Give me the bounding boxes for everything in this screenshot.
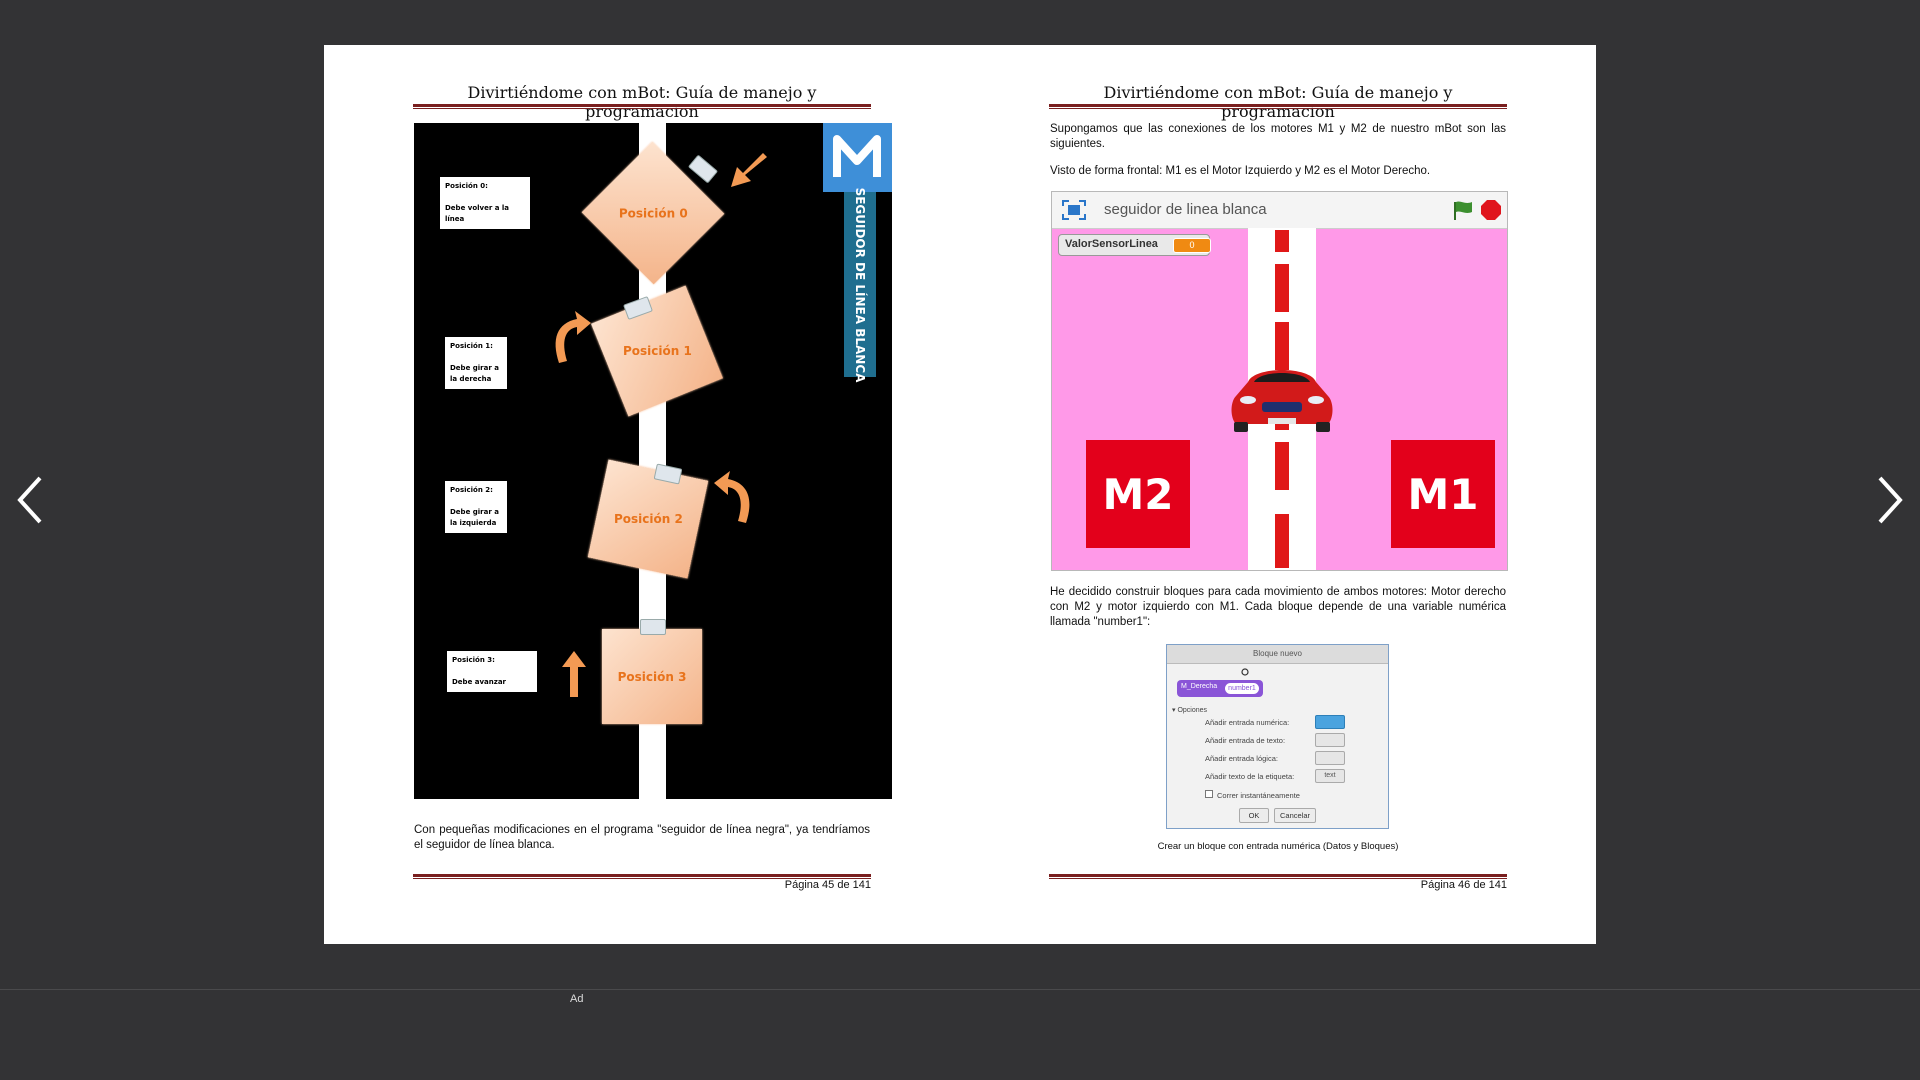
page-46: Divirtiéndome con mBot: Guía de manejo y…: [960, 45, 1596, 944]
run-instantly-checkbox[interactable]: [1205, 790, 1213, 798]
option-text-label: Añadir entrada de texto:: [1205, 736, 1286, 745]
ok-button[interactable]: OK: [1239, 808, 1269, 823]
line-sensor-icon: [687, 154, 719, 184]
run-instantly-label: Correr instantáneamente: [1217, 791, 1300, 800]
car-sprite: [1231, 370, 1333, 432]
figure-caption: Crear un bloque con entrada numérica (Da…: [1157, 841, 1399, 852]
next-page-button[interactable]: [1868, 470, 1908, 530]
motor-m1-label: M1: [1391, 440, 1495, 548]
position-card-label: Posición 1: [622, 344, 692, 358]
cancel-button[interactable]: Cancelar: [1274, 808, 1316, 823]
road-dash: [1275, 264, 1289, 312]
header-rule: [413, 104, 871, 109]
add-label-text-button[interactable]: text: [1315, 769, 1345, 783]
variable-value: 0: [1173, 238, 1211, 253]
page-number: Página 45 de 141: [784, 879, 871, 891]
options-label: Opciones: [1177, 707, 1208, 714]
position-note-2: Posición 2: Debe girar a la izquierda: [445, 481, 507, 533]
turn-right-arrow-icon: [555, 311, 591, 363]
position-note-0: Posición 0: Debe volver a la línea: [440, 177, 530, 229]
new-block-dialog: Bloque nuevo M_Derecha number1 ▾ Opcione…: [1166, 644, 1389, 829]
stage-toolbar: seguidor de linea blanca: [1052, 192, 1507, 229]
position-card-label: Posición 0: [618, 206, 688, 220]
paragraph-connections: Supongamos que las conexiones de los mot…: [1050, 123, 1506, 150]
motor-m1-text: M1: [1407, 469, 1479, 519]
position-note-1: Posición 1: Debe girar a la derecha: [445, 337, 507, 389]
viewer-bottom-divider: [0, 989, 1920, 990]
fullscreen-icon: [1062, 200, 1086, 220]
green-flag-icon: [1454, 201, 1472, 220]
position-card-label: Posición 2: [613, 512, 683, 526]
mbot-logo: [823, 123, 892, 192]
option-numeric-label: Añadir entrada numérica:: [1205, 718, 1290, 727]
position-card-1: Posición 1: [590, 285, 724, 417]
dialog-title: Bloque nuevo: [1167, 645, 1388, 664]
scratch-stage-screenshot: seguidor de linea blanca ValorSensorLine…: [1051, 191, 1508, 571]
project-title: seguidor de linea blanca: [1104, 201, 1267, 218]
block-name: M_Derecha: [1181, 683, 1218, 690]
forward-arrow-icon: [562, 651, 586, 697]
figure-title: SEGUIDOR DE LÍNEA BLANCA: [853, 187, 867, 382]
document-spread: Divirtiéndome con mBot: Guía de manejo y…: [324, 45, 1596, 944]
position-card-label: Posición 3: [617, 669, 687, 684]
figure-title-strip: SEGUIDOR DE LÍNEA BLANCA: [844, 187, 876, 382]
add-text-input-button[interactable]: [1315, 733, 1345, 747]
add-boolean-input-button[interactable]: [1315, 751, 1345, 765]
paragraph-front-view: Visto de forma frontal: M1 es el Motor I…: [1050, 165, 1431, 177]
motor-m2-text: M2: [1102, 469, 1174, 519]
variable-monitor: ValorSensorLinea 0: [1058, 234, 1211, 256]
white-line-follower-figure: SEGUIDOR DE LÍNEA BLANCA Posición 0 Posi…: [414, 123, 892, 799]
arrow-icon: [731, 153, 767, 187]
prev-page-button[interactable]: [12, 470, 52, 530]
header-rule: [1049, 104, 1507, 109]
paragraph-blocks: He decidido construir bloques para cada …: [1050, 586, 1506, 628]
add-numeric-input-button[interactable]: [1315, 715, 1345, 729]
turn-left-arrow-icon: [714, 471, 750, 523]
remove-input-icon: [1241, 668, 1249, 676]
road-dash: [1275, 514, 1289, 568]
options-section: ▾ Opciones: [1172, 707, 1208, 714]
position-card-2: Posición 2: [587, 459, 709, 579]
line-sensor-icon: [640, 619, 666, 635]
chevron-left-icon: [17, 476, 42, 524]
page-header: Divirtiéndome con mBot: Guía de manejo y…: [467, 83, 817, 121]
page-number: Página 46 de 141: [1420, 879, 1507, 891]
paragraph: Con pequeñas modificaciones en el progra…: [414, 824, 870, 851]
variable-name: ValorSensorLinea: [1065, 238, 1158, 250]
option-label-text-label: Añadir texto de la etiqueta:: [1205, 772, 1295, 781]
position-note-3: Posición 3: Debe avanzar: [447, 651, 537, 692]
page-header: Divirtiéndome con mBot: Guía de manejo y…: [1103, 83, 1453, 121]
ad-label: Ad: [570, 993, 584, 1005]
block-param: number1: [1225, 683, 1259, 694]
position-card-3: Posición 3: [602, 629, 702, 724]
road-dash: [1275, 442, 1289, 490]
option-boolean-label: Añadir entrada lógica:: [1205, 754, 1278, 763]
run-instantly-option[interactable]: Correr instantáneamente: [1205, 790, 1300, 800]
chevron-right-icon: [1878, 476, 1903, 524]
stop-icon: [1481, 200, 1501, 220]
m-logo-icon: [833, 135, 881, 177]
custom-block-preview: M_Derecha number1: [1177, 680, 1263, 697]
page-45: Divirtiéndome con mBot: Guía de manejo y…: [324, 45, 960, 944]
road-dash: [1275, 230, 1289, 252]
motor-m2-label: M2: [1086, 440, 1190, 548]
